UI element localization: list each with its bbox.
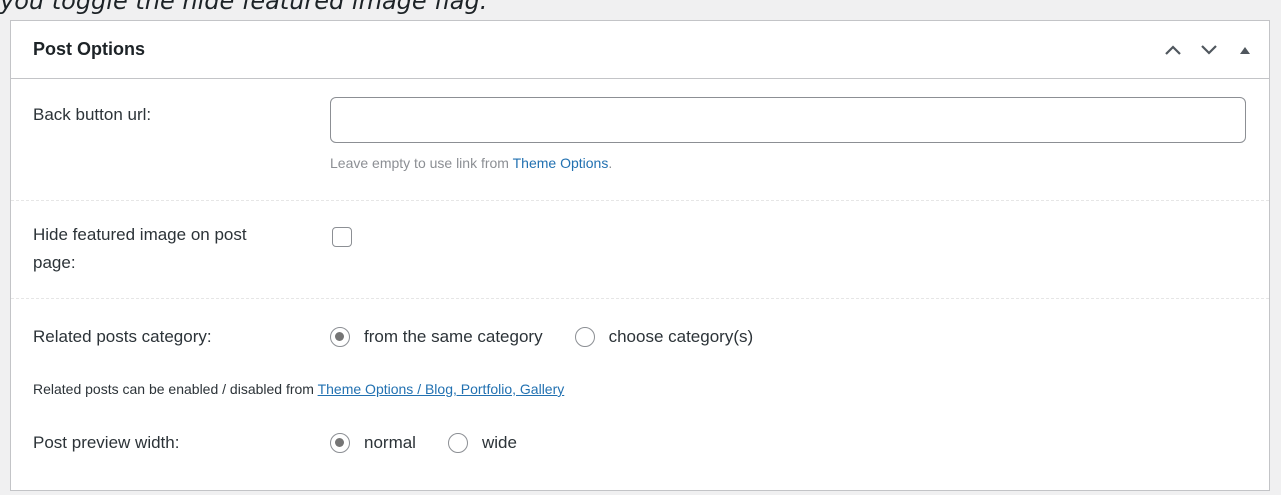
preview-option-normal-label: normal [364, 433, 416, 452]
hide-featured-label-line2: page: [33, 253, 76, 272]
theme-options-blog-link[interactable]: Theme Options / Blog, Portfolio, Gallery [318, 381, 565, 397]
preview-width-label: Post preview width: [33, 433, 180, 452]
page-caption: you toggle the hide featured image flag. [0, 0, 488, 15]
hide-featured-label-line1: Hide featured image on post [33, 225, 247, 244]
radio-button[interactable] [574, 327, 595, 347]
back-button-label: Back button url: [33, 105, 152, 124]
preview-width-options: normal wide [330, 433, 549, 453]
related-posts-note: Related posts can be enabled / disabled … [33, 381, 564, 397]
related-option-same-label: from the same category [364, 327, 543, 346]
move-up-button[interactable] [1161, 38, 1185, 62]
hide-featured-checkbox[interactable] [332, 227, 352, 247]
post-options-panel: Post Options Back button url: Leave empt… [10, 20, 1270, 491]
hide-featured-label: Hide featured image on post page: [33, 221, 247, 277]
preview-option-wide[interactable]: wide [447, 433, 517, 453]
preview-option-wide-label: wide [481, 433, 517, 452]
toggle-panel-button[interactable] [1233, 38, 1257, 62]
related-posts-label: Related posts category: [33, 327, 212, 346]
chevron-up-icon [1165, 44, 1181, 55]
move-down-button[interactable] [1197, 38, 1221, 62]
preview-option-normal[interactable]: normal [330, 433, 416, 453]
radio-button-checked[interactable] [330, 433, 350, 453]
related-note-text: Related posts can be enabled / disabled … [33, 381, 318, 397]
triangle-up-icon [1240, 46, 1250, 54]
back-button-hint: Leave empty to use link from Theme Optio… [330, 155, 612, 171]
radio-button[interactable] [447, 433, 468, 453]
hint-suffix: . [608, 155, 613, 171]
chevron-down-icon [1201, 44, 1217, 55]
related-option-same[interactable]: from the same category [330, 327, 543, 347]
theme-options-link[interactable]: Theme Options [513, 155, 609, 171]
panel-header[interactable]: Post Options [11, 21, 1269, 79]
hint-text: Leave empty to use link from [330, 155, 513, 171]
radio-button-checked[interactable] [330, 327, 350, 347]
hide-featured-row: Hide featured image on post page: [11, 201, 1269, 299]
related-option-choose-label: choose category(s) [608, 327, 754, 346]
panel-controls [1161, 38, 1257, 62]
related-posts-row: Related posts category: from the same ca… [11, 299, 1269, 489]
back-button-row: Back button url: Leave empty to use link… [11, 79, 1269, 201]
back-button-url-input[interactable] [330, 97, 1246, 143]
panel-title: Post Options [33, 39, 145, 59]
related-posts-options: from the same category choose category(s… [330, 327, 785, 347]
related-option-choose[interactable]: choose category(s) [574, 327, 754, 347]
